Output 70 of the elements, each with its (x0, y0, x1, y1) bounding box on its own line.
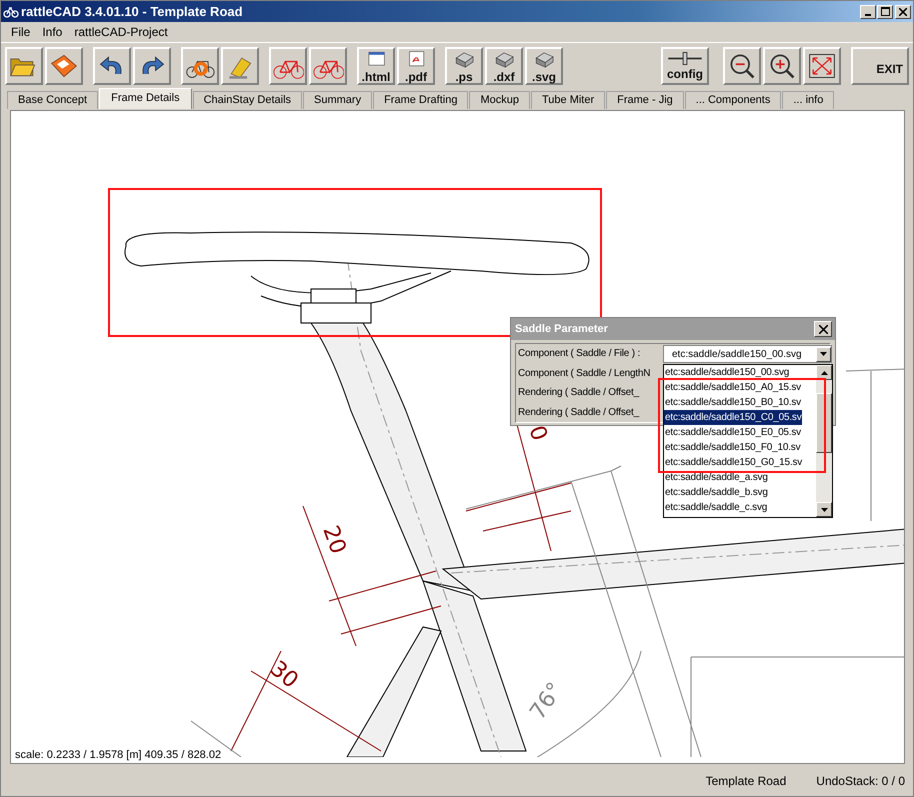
tab[interactable]: Frame Drafting (373, 91, 468, 109)
seatpost-clamp (300, 288, 372, 324)
dropdown-option[interactable]: etc:saddle/saddle_c.svg (664, 500, 768, 515)
tab[interactable]: ... info (782, 91, 834, 109)
dropdown-option[interactable]: etc:saddle/saddle_a.svg (664, 470, 768, 485)
parameter-label: Rendering ( Saddle / Offset_ (518, 387, 639, 398)
dialog-title: Saddle Parameter (515, 323, 608, 335)
slider-icon (668, 52, 702, 65)
scroll-down-icon[interactable] (816, 502, 832, 517)
angle-label: 76° (525, 678, 568, 724)
maximize-icon (880, 7, 890, 16)
menu-item[interactable]: rattleCAD-Project (68, 25, 174, 39)
close-icon (818, 324, 828, 334)
dropdown-option[interactable]: etc:saddle/saddle150_B0_10.sv (664, 395, 801, 410)
printer-button[interactable]: .dxf (485, 47, 523, 85)
undo-button[interactable] (93, 47, 131, 85)
dropdown-option[interactable]: etc:saddle/saddle150_00.svg (664, 365, 790, 380)
dimension-label: 0 (523, 422, 552, 444)
close-icon (899, 8, 907, 16)
project-name: Template Road (706, 774, 786, 788)
save-button[interactable] (45, 47, 83, 85)
dropdown-option[interactable]: etc:saddle/saddle150_F0_10.sv (664, 440, 800, 455)
file-dropdown[interactable]: etc:saddle/saddle150_00.svg (663, 345, 832, 363)
menu-item[interactable]: Info (36, 25, 68, 39)
parameter-label: Component ( Saddle / LengthN (518, 368, 650, 379)
config-button[interactable]: config (661, 47, 709, 85)
doc-button[interactable]: .html (357, 47, 395, 85)
parameter-label: Rendering ( Saddle / Offset_ (518, 406, 639, 418)
dropdown-option[interactable]: etc:saddle/saddle150_G0_15.sv (664, 455, 802, 470)
dimension-label: 30 (265, 656, 303, 694)
zoom-in-button[interactable] (763, 47, 801, 85)
tab[interactable]: Mockup (469, 91, 530, 109)
scrollbar[interactable] (816, 365, 832, 517)
parameter-label: Component ( Saddle / File ) : (518, 348, 640, 360)
scroll-up-icon[interactable] (816, 365, 832, 380)
app-icon (3, 4, 19, 18)
dimension-label: 20 (317, 522, 350, 558)
menu-item[interactable]: File (5, 25, 36, 39)
minimize-button[interactable] (860, 4, 876, 18)
tab[interactable]: Frame - Jig (606, 91, 684, 109)
tab[interactable]: Base Concept (7, 91, 98, 109)
tab[interactable]: ... Components (684, 91, 782, 109)
printer-button[interactable]: .svg (525, 47, 563, 85)
maximize-button[interactable] (877, 4, 893, 18)
minimize-icon (865, 14, 871, 16)
window-title: rattleCAD 3.4.01.10 - Template Road (21, 4, 244, 19)
tab[interactable]: Tube Miter (530, 91, 606, 109)
close-button[interactable] (895, 4, 911, 18)
scale-readout: scale: 0.2233 / 1.9578 [m] 409.35 / 828.02 (15, 749, 222, 761)
eraser-button[interactable] (221, 47, 259, 85)
bike-button[interactable] (309, 47, 347, 85)
tab[interactable]: ChainStay Details (192, 91, 302, 109)
exit-button[interactable]: EXIT (851, 47, 909, 85)
undo-stack: UndoStack: 0 / 0 (816, 774, 905, 788)
dropdown-option[interactable]: etc:saddle/saddle150_E0_05.sv (664, 425, 801, 440)
pdf-button[interactable]: .pdf (397, 47, 435, 85)
zoom-out-button[interactable] (723, 47, 761, 85)
dropdown-option[interactable]: etc:saddle/saddle150_A0_15.sv (664, 380, 801, 395)
redo-button[interactable] (133, 47, 171, 85)
fit-button[interactable] (803, 47, 841, 85)
tab[interactable]: Summary (303, 91, 372, 109)
printer-button[interactable]: .ps (445, 47, 483, 85)
dropdown-option[interactable]: etc:saddle/saddle150_C0_05.sv (664, 410, 802, 425)
fit-to-window-icon (806, 51, 838, 81)
dropdown-option[interactable]: etc:saddle/saddle_b.svg (664, 485, 768, 500)
bike-button[interactable] (269, 47, 307, 85)
close-button[interactable] (814, 321, 832, 337)
bike-refresh-button[interactable] (181, 47, 219, 85)
open-button[interactable] (5, 47, 43, 85)
tab[interactable]: Frame Details (99, 88, 192, 109)
